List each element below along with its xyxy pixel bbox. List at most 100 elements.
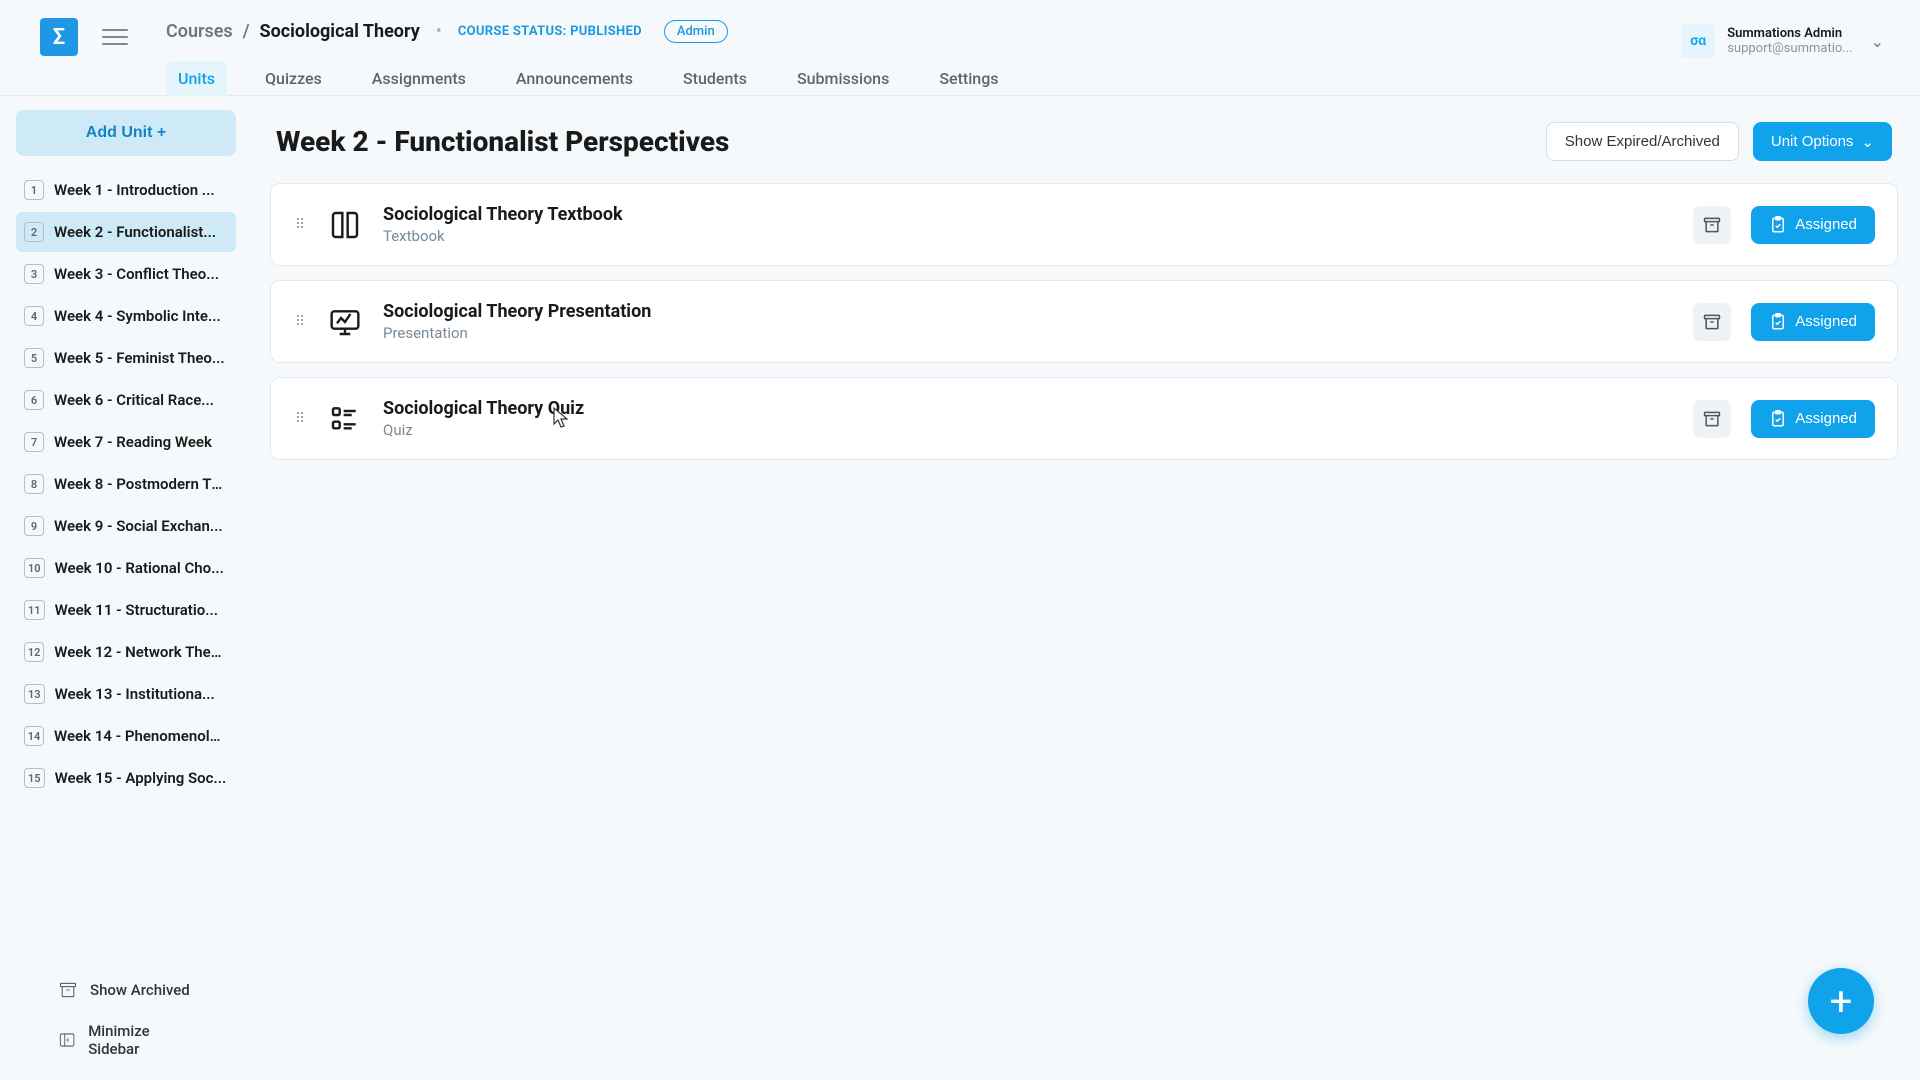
content-title: Sociological Theory Quiz [383,398,1673,419]
sidebar-item-unit-10[interactable]: 10 Week 10 - Rational Cho... [16,548,236,588]
hamburger-icon[interactable] [102,24,128,50]
tab-submissions[interactable]: Submissions [785,61,901,96]
tab-assignments[interactable]: Assignments [360,61,478,96]
unit-number: 1 [24,180,44,200]
user-email: support@summatio... [1727,41,1852,56]
sidebar-item-unit-9[interactable]: 9 Week 9 - Social Exchan... [16,506,236,546]
unit-number: 11 [24,600,45,620]
sidebar-item-unit-6[interactable]: 6 Week 6 - Critical Race... [16,380,236,420]
add-unit-button[interactable]: Add Unit + [16,110,236,156]
avatar: σα [1681,24,1715,58]
archive-button[interactable] [1693,303,1731,341]
unit-label: Week 11 - Structuratio... [55,601,218,619]
logo-icon[interactable]: Σ [40,18,78,56]
sidebar-item-unit-12[interactable]: 12Week 12 - Network Theo... [16,632,236,672]
unit-number: 9 [24,516,44,536]
unit-number: 3 [24,264,44,284]
unit-label: Week 2 - Functionalist... [54,223,216,241]
show-archived-label: Show Archived [90,981,190,999]
main-actions: Show Expired/Archived Unit Options ⌄ [1546,122,1892,161]
assigned-label: Assigned [1795,313,1857,330]
admin-badge: Admin [664,20,728,43]
unit-label: Week 12 - Network Theo... [54,643,228,661]
status-dot-icon: • [436,21,442,42]
drag-handle-icon[interactable]: ⠿ [293,416,307,422]
breadcrumb: Courses / Sociological Theory • COURSE S… [166,20,1681,43]
unit-number: 8 [24,474,44,494]
unit-label: Week 14 - Phenomenolog... [54,727,228,745]
minimize-sidebar-button[interactable]: Minimize Sidebar [16,1014,236,1066]
assigned-button[interactable]: Assigned [1751,206,1875,244]
content-card[interactable]: ⠿Sociological Theory PresentationPresent… [270,280,1898,363]
main: Week 2 - Functionalist Perspectives Show… [252,96,1920,1080]
tab-units[interactable]: Units [166,61,227,96]
unit-label: Week 5 - Feminist Theo... [54,349,225,367]
sidebar-item-unit-5[interactable]: 5Week 5 - Feminist Theo... [16,338,236,378]
sidebar-item-unit-1[interactable]: 1 Week 1 - Introduction ... [16,170,236,210]
user-menu[interactable]: σα Summations Admin support@summatio... … [1681,0,1920,58]
content-list: ⠿ Sociological Theory Textbook Textbook Ass… [270,183,1898,460]
breadcrumb-separator: / [243,21,250,42]
unit-label: Week 6 - Critical Race... [54,391,214,409]
archive-button[interactable] [1693,400,1731,438]
unit-options-label: Unit Options [1771,133,1854,150]
tab-students[interactable]: Students [671,61,759,96]
presentation-icon [327,304,363,340]
header-left: Σ [0,0,130,56]
unit-list: 1 Week 1 - Introduction ... 2 Week 2 - Func… [16,170,236,962]
sidebar-item-unit-2[interactable]: 2 Week 2 - Functionalist... [16,212,236,252]
content-card[interactable]: ⠿ Sociological Theory Textbook Textbook Ass… [270,183,1898,266]
collapse-icon [58,1030,76,1050]
unit-label: Week 10 - Rational Cho... [55,559,224,577]
content-card[interactable]: ⠿ Sociological Theory QuizQuiz Assigned [270,377,1898,460]
archive-button[interactable] [1693,206,1731,244]
show-archived-button[interactable]: Show Archived [16,972,236,1008]
user-name: Summations Admin [1727,26,1852,41]
unit-number: 7 [24,432,44,452]
clipboard-check-icon [1769,216,1787,234]
clipboard-check-icon [1769,313,1787,331]
unit-label: Week 8 - Postmodern Th... [54,475,228,493]
drag-handle-icon[interactable]: ⠿ [293,222,307,228]
sidebar-item-unit-8[interactable]: 8 Week 8 - Postmodern Th... [16,464,236,504]
sidebar-item-unit-15[interactable]: 15Week 15 - Applying Soc... [16,758,236,798]
header: Σ Courses / Sociological Theory • COURSE… [0,0,1920,96]
tab-quizzes[interactable]: Quizzes [253,61,334,96]
clipboard-check-icon [1769,410,1787,428]
unit-label: Week 7 - Reading Week [54,433,212,451]
unit-label: Week 9 - Social Exchan... [54,517,223,535]
body: Add Unit + 1 Week 1 - Introduction ... 2 We… [0,96,1920,1080]
add-fab[interactable]: + [1808,968,1874,1034]
sidebar-item-unit-14[interactable]: 14Week 14 - Phenomenolog... [16,716,236,756]
tab-announcements[interactable]: Announcements [504,61,645,96]
breadcrumb-current: Sociological Theory [260,21,420,42]
sidebar-item-unit-3[interactable]: 3Week 3 - Conflict Theo... [16,254,236,294]
content-text: Sociological Theory QuizQuiz [383,398,1673,439]
assigned-button[interactable]: Assigned [1751,303,1875,341]
drag-handle-icon[interactable]: ⠿ [293,319,307,325]
sidebar-item-unit-4[interactable]: 4Week 4 - Symbolic Inte... [16,296,236,336]
chevron-down-icon: ⌄ [1861,133,1874,151]
unit-number: 2 [24,222,44,242]
sidebar-item-unit-13[interactable]: 13Week 13 - Institutiona... [16,674,236,714]
archive-icon [58,980,78,1000]
tab-settings[interactable]: Settings [927,61,1010,96]
content-type: Presentation [383,324,1673,342]
breadcrumb-parent[interactable]: Courses [166,21,233,42]
sidebar-item-unit-11[interactable]: 11 Week 11 - Structuratio... [16,590,236,630]
minimize-sidebar-label: Minimize Sidebar [88,1022,194,1058]
chevron-down-icon[interactable]: ⌄ [1871,32,1884,51]
unit-label: Week 13 - Institutiona... [55,685,215,703]
user-info: Summations Admin support@summatio... [1727,26,1852,56]
tabs: Units Quizzes Assignments Announcements Stud… [166,61,1681,96]
unit-options-button[interactable]: Unit Options ⌄ [1753,122,1892,161]
unit-number: 6 [24,390,44,410]
show-expired-button[interactable]: Show Expired/Archived [1546,122,1739,161]
assigned-button[interactable]: Assigned [1751,400,1875,438]
content-type: Textbook [383,227,1673,245]
sidebar-item-unit-7[interactable]: 7 Week 7 - Reading Week [16,422,236,462]
unit-number: 10 [24,558,45,578]
sidebar: Add Unit + 1 Week 1 - Introduction ... 2 We… [0,96,252,1080]
unit-label: Week 1 - Introduction ... [54,181,215,199]
content-title: Sociological Theory Textbook [383,204,1673,225]
